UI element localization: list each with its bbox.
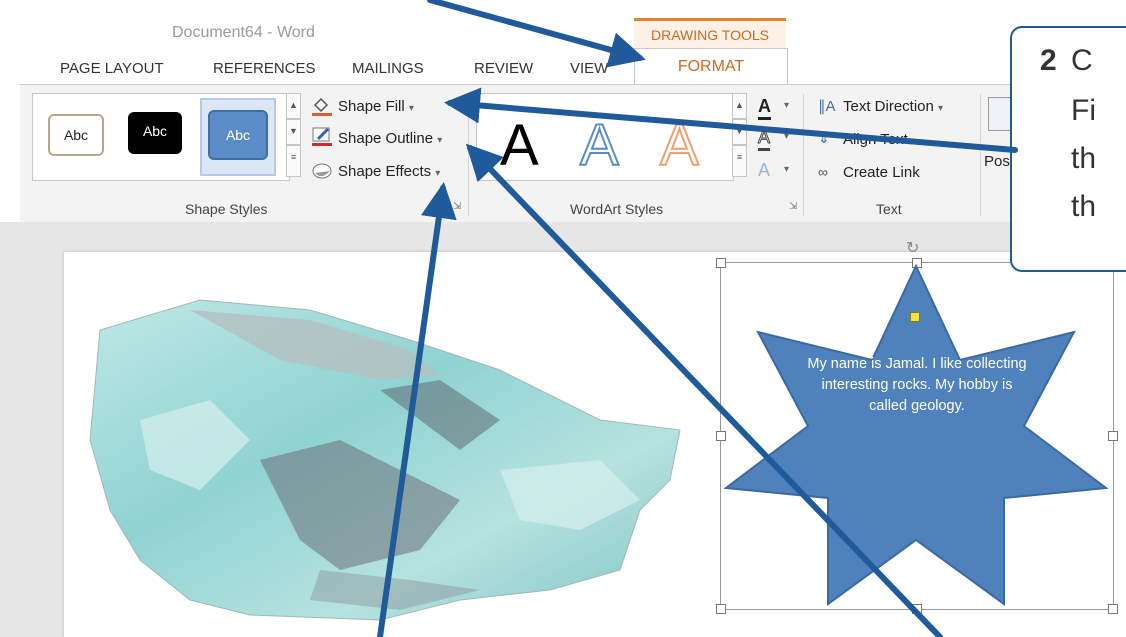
arrow-to-shape-effects	[377, 182, 457, 637]
arrow-to-shape-fill	[444, 87, 1018, 153]
arrow-to-format-tab	[427, 0, 646, 68]
arrow-to-shape-outline	[465, 143, 943, 637]
annotation-arrows	[377, 0, 1018, 637]
